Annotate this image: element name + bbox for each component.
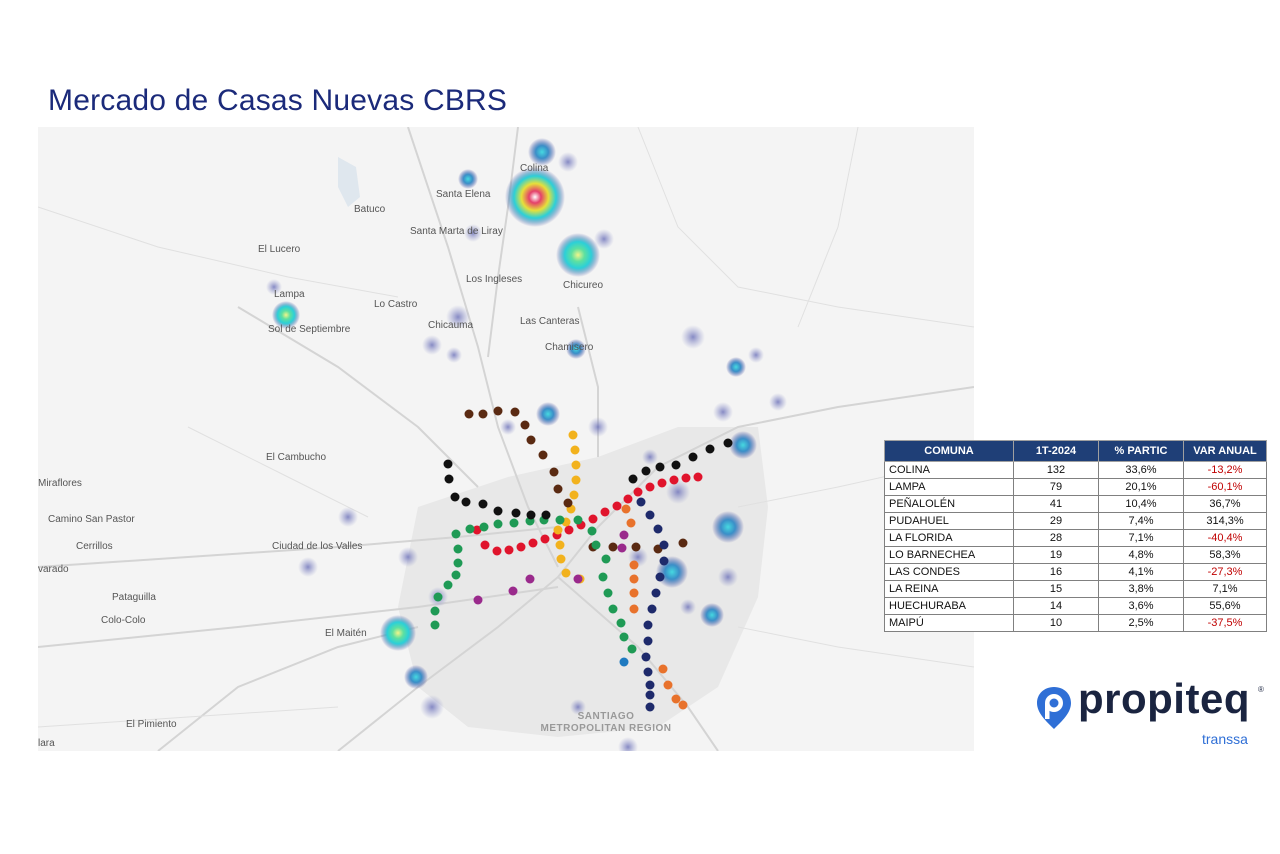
cell-count: 41: [1013, 495, 1099, 513]
cell-change: -13,2%: [1183, 461, 1267, 479]
region-label: SANTIAGO METROPOLITAN REGION: [536, 711, 676, 735]
cell-change: 314,3%: [1183, 512, 1267, 530]
table-row: MAIPÚ 10 2,5% -37,5%: [884, 614, 1267, 632]
heatmap-map[interactable]: Colina Santa Elena Batuco Santa Marta de…: [38, 127, 974, 751]
cell-comuna: LA REINA: [884, 580, 1014, 598]
table-row: HUECHURABA 14 3,6% 55,6%: [884, 597, 1267, 615]
location-pin-p-icon: [1037, 687, 1071, 729]
cell-share: 7,1%: [1098, 529, 1184, 547]
cell-count: 29: [1013, 512, 1099, 530]
logo-wordmark: propiteq: [1078, 675, 1250, 722]
cell-change: 55,6%: [1183, 597, 1267, 615]
cell-count: 10: [1013, 614, 1099, 632]
cell-count: 79: [1013, 478, 1099, 496]
map-canvas: [38, 127, 974, 751]
place-label: Batuco: [354, 204, 386, 215]
place-label: varado: [38, 564, 69, 575]
place-label: Lo Castro: [374, 299, 418, 310]
place-label: Colina: [520, 163, 549, 174]
cell-share: 2,5%: [1098, 614, 1184, 632]
place-label: Camino San Pastor: [48, 514, 135, 525]
cell-count: 15: [1013, 580, 1099, 598]
cell-comuna: PUDAHUEL: [884, 512, 1014, 530]
cell-share: 20,1%: [1098, 478, 1184, 496]
place-label: Miraflores: [38, 478, 82, 489]
place-label: Sol de Septiembre: [268, 324, 351, 335]
place-label: Chicauma: [428, 320, 474, 331]
place-label: Cerrillos: [76, 541, 113, 552]
cell-share: 10,4%: [1098, 495, 1184, 513]
logo-subtitle: transsa: [1202, 731, 1248, 747]
cell-share: 4,1%: [1098, 563, 1184, 581]
cell-change: 7,1%: [1183, 580, 1267, 598]
cell-share: 33,6%: [1098, 461, 1184, 479]
table-row: LAMPA 79 20,1% -60,1%: [884, 478, 1267, 496]
place-label: El Lucero: [258, 244, 301, 255]
cell-change: 58,3%: [1183, 546, 1267, 564]
propiteq-logo: propiteq ® transsa: [1034, 675, 1264, 751]
cell-share: 3,8%: [1098, 580, 1184, 598]
place-label: El Cambucho: [266, 452, 327, 463]
cell-comuna: LO BARNECHEA: [884, 546, 1014, 564]
place-label: Chicureo: [563, 280, 604, 291]
cell-comuna: COLINA: [884, 461, 1014, 479]
place-label: Los Ingleses: [466, 274, 523, 285]
table-row: COLINA 132 33,6% -13,2%: [884, 461, 1267, 479]
cell-count: 19: [1013, 546, 1099, 564]
cell-share: 4,8%: [1098, 546, 1184, 564]
table-row: LA FLORIDA 28 7,1% -40,4%: [884, 529, 1267, 547]
cell-share: 7,4%: [1098, 512, 1184, 530]
table-row: LA REINA 15 3,8% 7,1%: [884, 580, 1267, 598]
place-label: Ciudad de los Valles: [272, 541, 363, 552]
cell-change: -40,4%: [1183, 529, 1267, 547]
place-label: Colo-Colo: [101, 615, 146, 626]
place-label: Santa Marta de Liray: [410, 226, 503, 237]
cell-change: -60,1%: [1183, 478, 1267, 496]
metro-line-L4A: [619, 657, 629, 667]
place-label: El Maitén: [325, 628, 367, 639]
cell-comuna: LAMPA: [884, 478, 1014, 496]
table-row: LAS CONDES 16 4,1% -27,3%: [884, 563, 1267, 581]
table-header-row: COMUNA 1T-2024 % PARTIC VAR ANUAL: [884, 440, 1267, 462]
cell-comuna: LAS CONDES: [884, 563, 1014, 581]
cell-comuna: PEÑALOLÉN: [884, 495, 1014, 513]
table-row: PUDAHUEL 29 7,4% 314,3%: [884, 512, 1267, 530]
region-label-line: METROPOLITAN REGION: [540, 723, 672, 734]
place-label: Chamisero: [545, 342, 594, 353]
cell-change: -27,3%: [1183, 563, 1267, 581]
column-header: COMUNA: [884, 440, 1014, 462]
place-label: Lampa: [274, 289, 305, 300]
place-label: lara: [38, 738, 55, 749]
place-label: Pataguilla: [112, 592, 156, 603]
place-label: El Pimiento: [126, 719, 177, 730]
cell-comuna: MAIPÚ: [884, 614, 1014, 632]
cell-count: 28: [1013, 529, 1099, 547]
cell-count: 132: [1013, 461, 1099, 479]
comuna-table: COMUNA 1T-2024 % PARTIC VAR ANUAL COLINA…: [884, 440, 1267, 632]
column-header: 1T-2024: [1013, 440, 1099, 462]
column-header: VAR ANUAL: [1183, 440, 1267, 462]
cell-count: 14: [1013, 597, 1099, 615]
page-title: Mercado de Casas Nuevas CBRS: [48, 84, 508, 117]
place-label: Las Canteras: [520, 316, 580, 327]
cell-change: -37,5%: [1183, 614, 1267, 632]
place-label: Santa Elena: [436, 189, 491, 200]
registered-mark: ®: [1258, 685, 1264, 694]
cell-share: 3,6%: [1098, 597, 1184, 615]
column-header: % PARTIC: [1098, 440, 1184, 462]
table-row: PEÑALOLÉN 41 10,4% 36,7%: [884, 495, 1267, 513]
cell-comuna: LA FLORIDA: [884, 529, 1014, 547]
table-row: LO BARNECHEA 19 4,8% 58,3%: [884, 546, 1267, 564]
cell-change: 36,7%: [1183, 495, 1267, 513]
cell-count: 16: [1013, 563, 1099, 581]
region-label-line: SANTIAGO: [577, 711, 635, 722]
cell-comuna: HUECHURABA: [884, 597, 1014, 615]
